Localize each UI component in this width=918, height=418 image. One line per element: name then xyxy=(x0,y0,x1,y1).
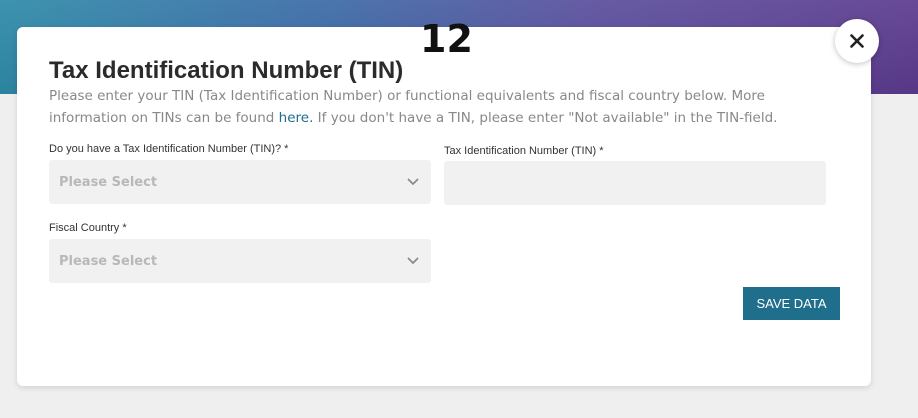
description-text-after: If you don't have a TIN, please enter "N… xyxy=(313,110,778,126)
modal-description: Please enter your TIN (Tax Identificatio… xyxy=(49,85,839,129)
has-tin-select[interactable]: Please Select xyxy=(49,160,431,204)
chevron-down-icon xyxy=(407,178,419,186)
step-number: 12 xyxy=(420,17,473,61)
chevron-down-icon xyxy=(407,257,419,265)
fiscal-country-select[interactable]: Please Select xyxy=(49,239,431,283)
has-tin-label: Do you have a Tax Identification Number … xyxy=(49,143,289,155)
has-tin-select-value: Please Select xyxy=(59,174,158,190)
modal-title: Tax Identification Number (TIN) xyxy=(49,57,404,84)
fiscal-country-select-value: Please Select xyxy=(59,253,158,269)
tin-label: Tax Identification Number (TIN) * xyxy=(444,145,604,157)
tin-input[interactable] xyxy=(444,161,826,205)
fiscal-country-label: Fiscal Country * xyxy=(49,222,127,234)
close-icon xyxy=(850,34,864,48)
info-link[interactable]: here. xyxy=(279,110,314,126)
tin-modal: Tax Identification Number (TIN) Please e… xyxy=(17,27,871,386)
close-button[interactable] xyxy=(835,19,879,63)
save-data-button[interactable]: SAVE DATA xyxy=(743,287,840,320)
